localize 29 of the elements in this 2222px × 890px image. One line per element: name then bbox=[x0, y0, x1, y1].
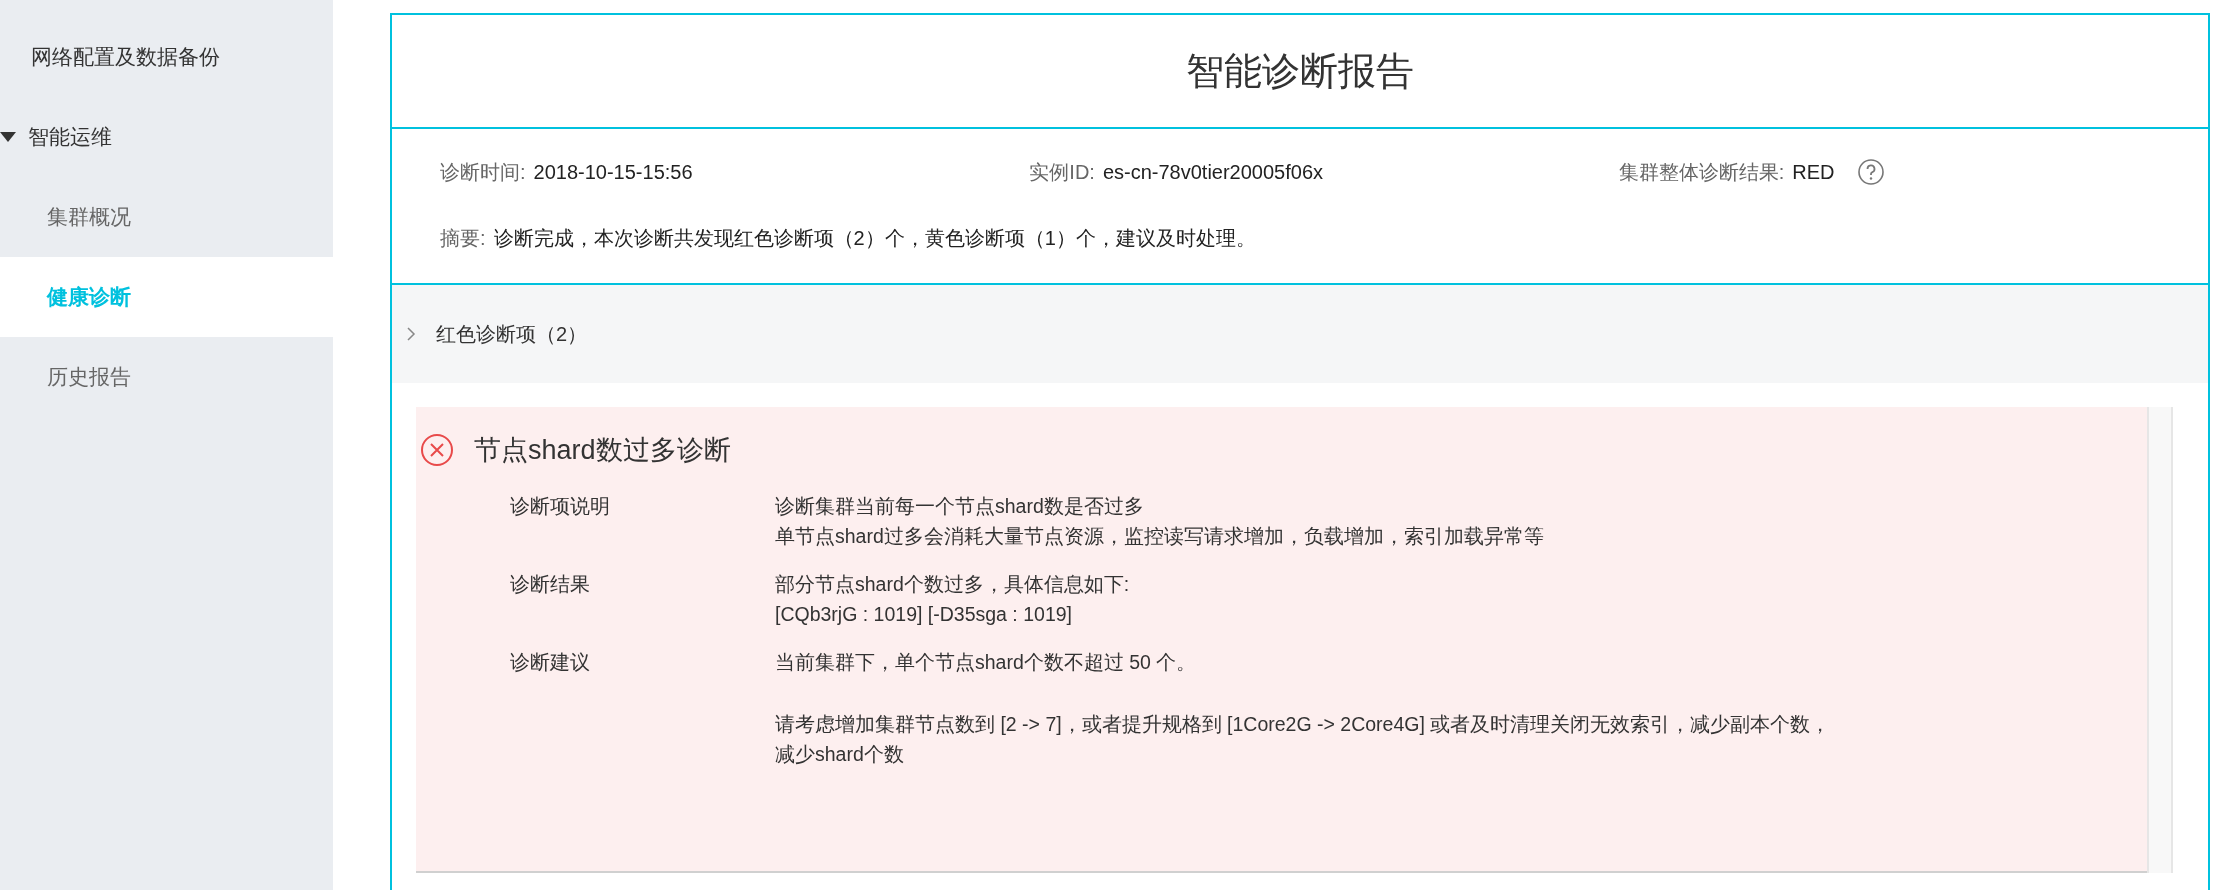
help-icon[interactable] bbox=[1858, 159, 1885, 185]
field-value: 当前集群下，单个节点shard个数不超过 50 个。 bbox=[775, 650, 1198, 675]
info-label: 集群整体诊断结果: bbox=[1618, 159, 1785, 185]
field-value: 部分节点shard个数过多，具体信息如下: [CQb3rjG : 1019] [-D35sga : 1019] bbox=[775, 572, 1131, 627]
section-header[interactable]: 红色诊断项（2） bbox=[392, 285, 2208, 383]
chevron-right-icon[interactable] bbox=[406, 326, 416, 342]
card-title: 节点shard数过多诊断 bbox=[474, 434, 731, 467]
sidebar-item-label: 智能运维 bbox=[28, 124, 112, 150]
sidebar-item[interactable]: 智能运维 bbox=[0, 97, 333, 177]
caret-icon[interactable] bbox=[0, 132, 16, 142]
scrollbar[interactable] bbox=[2147, 407, 2173, 873]
info-label: 实例ID: bbox=[1029, 159, 1095, 185]
sidebar-item[interactable]: 历史报告 bbox=[0, 337, 333, 417]
sidebar-item[interactable]: 网络配置及数据备份 bbox=[0, 17, 333, 97]
error-circle-icon bbox=[420, 433, 454, 467]
info-value: es-cn-78v0tier20005f06x bbox=[1102, 160, 1324, 184]
field-value: 诊断集群当前每一个节点shard数是否过多 单节点shard过多会消耗大量节点资源，监控读写请求增加，负载增加，索引加载异常等 bbox=[775, 494, 1545, 549]
sidebar-item[interactable]: 集群概况 bbox=[0, 177, 333, 257]
info-value: 诊断完成，本次诊断共发现红色诊断项（2）个，黄色诊断项（1）个，建议及时处理。 bbox=[493, 225, 1256, 251]
info-label: 诊断时间: bbox=[440, 159, 526, 185]
report-title: 智能诊断报告 bbox=[1186, 48, 1414, 94]
info-value: RED bbox=[1792, 160, 1835, 184]
field-label: 诊断建议 bbox=[510, 650, 591, 675]
field-label: 诊断项说明 bbox=[510, 494, 611, 519]
field-label: 诊断结果 bbox=[510, 572, 591, 597]
section-title: 红色诊断项（2） bbox=[436, 321, 588, 347]
field-value: 请考虑增加集群节点数到 [2 -> 7]，或者提升规格到 [1Core2G -> 2Core4G] 或者及时清理关闭无效索引，减少副本个数， 减少shard个数 bbox=[775, 712, 1832, 767]
info-value: 2018-10-15-15:56 bbox=[533, 160, 693, 184]
info-label: 摘要: bbox=[440, 225, 486, 251]
